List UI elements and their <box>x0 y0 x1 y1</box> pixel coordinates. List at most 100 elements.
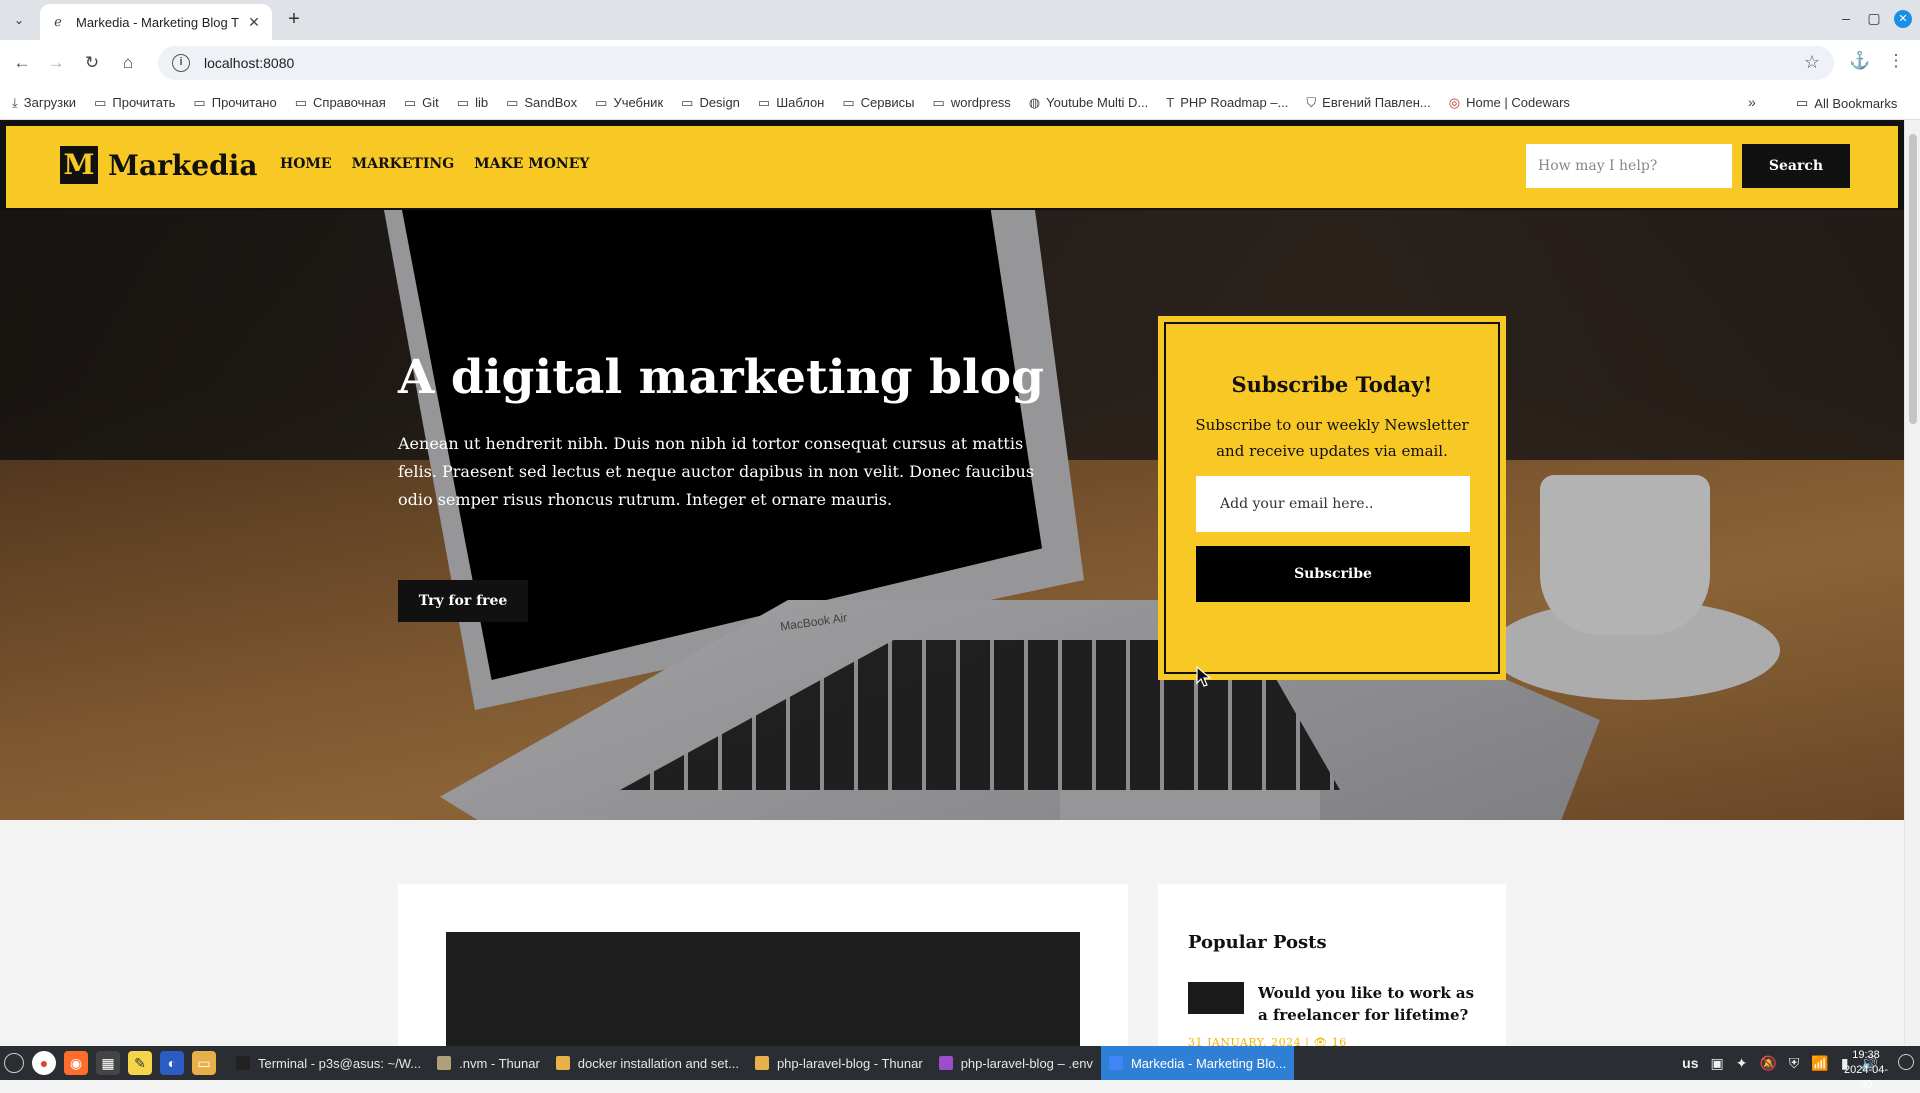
post-thumbnail[interactable] <box>1188 982 1244 1014</box>
taskbar-window-item[interactable]: Terminal - p3s@asus: ~/W... <box>228 1046 429 1080</box>
wifi-icon[interactable]: 📶 <box>1811 1055 1828 1072</box>
tab-search-icon[interactable]: ⌄ <box>8 9 30 31</box>
back-icon[interactable]: ← <box>10 51 34 75</box>
address-bar[interactable]: i localhost:8080 ☆ <box>158 46 1834 80</box>
globe-icon: ◍ <box>1028 94 1041 110</box>
popular-posts-widget: Popular Posts Would you like to work as … <box>1158 884 1506 1046</box>
bookmark-item[interactable]: ▭ Шаблон <box>758 95 824 111</box>
all-bookmarks-button[interactable]: ▭ All Bookmarks <box>1796 86 1897 120</box>
bookmark-item[interactable]: ⛉ Евгений Павлен... <box>1306 95 1430 111</box>
nav-make-money[interactable]: MAKE MONEY <box>474 156 589 172</box>
new-tab-button[interactable]: + <box>282 8 306 32</box>
site-search-input[interactable]: How may I help? <box>1526 144 1732 188</box>
minimize-icon[interactable]: – <box>1836 10 1856 26</box>
shield-tray-icon[interactable]: ⛨ <box>1789 1055 1800 1072</box>
bookmark-item[interactable]: ◎ Home | Codewars <box>1449 95 1570 111</box>
bookmark-item[interactable]: T PHP Roadmap –... <box>1166 95 1288 110</box>
subscribe-button[interactable]: Subscribe <box>1196 546 1470 602</box>
forward-icon[interactable]: → <box>44 51 68 75</box>
maximize-icon[interactable]: ▢ <box>1864 10 1884 27</box>
home-icon[interactable]: ⌂ <box>116 51 140 75</box>
subscribe-title: Subscribe Today! <box>1231 372 1433 397</box>
nav-home[interactable]: HOME <box>280 156 332 172</box>
taskbar-window-item[interactable]: php-laravel-blog - Thunar <box>747 1046 931 1080</box>
bookmark-item[interactable]: ▭ Справочная <box>295 95 386 111</box>
site-info-icon[interactable]: i <box>172 54 190 72</box>
window-title: docker installation and set... <box>577 1055 739 1071</box>
hero-text: Aenean ut hendrerit nibh. Duis non nibh … <box>398 434 1035 509</box>
window-title: php-laravel-blog – .env <box>960 1055 1093 1071</box>
bookmark-item[interactable]: ▭ Прочитать <box>94 95 175 111</box>
popular-post-title[interactable]: Would you like to work as a freelancer f… <box>1258 982 1478 1026</box>
taskbar-windows: Terminal - p3s@asus: ~/W... .nvm - Thunar… <box>228 1046 1295 1080</box>
nav-marketing[interactable]: MARKETING <box>352 156 455 172</box>
clock-time: 19:38 <box>1852 1049 1880 1061</box>
extension-anchor-icon[interactable]: ⚓ <box>1848 51 1872 71</box>
page-viewport: M Markedia HOME MARKETING MAKE MONEY How… <box>0 120 1920 1046</box>
window-app-icon <box>754 1056 769 1070</box>
show-desktop-icon[interactable] <box>1898 1054 1914 1070</box>
bookmark-item[interactable]: ▭ Сервисы <box>842 95 914 111</box>
files-launcher-icon[interactable]: ▭ <box>192 1051 216 1075</box>
tab-strip: ⌄ ℯ Markedia - Marketing Blog T ✕ + – ▢ … <box>0 0 1920 40</box>
folder-icon: ▭ <box>681 94 694 110</box>
tab-close-icon[interactable]: ✕ <box>246 14 262 31</box>
calculator-launcher-icon[interactable]: ▦ <box>96 1051 120 1075</box>
popular-post-meta: 31 JANUARY, 2024 | 👁 16 <box>1188 1036 1347 1046</box>
clipboard-icon[interactable]: ▣ <box>1711 1055 1724 1072</box>
bookmark-label: Учебник <box>613 95 664 110</box>
bookmark-item[interactable]: ▭ Design <box>681 95 740 111</box>
clock-date: 2024-04-30 <box>1843 1064 1889 1091</box>
try-for-free-button[interactable]: Try for free <box>398 580 528 622</box>
bookmark-item[interactable]: ⤓ Загрузки <box>12 95 76 111</box>
bookmark-item[interactable]: ▭ wordpress <box>933 95 1011 111</box>
chrome-launcher-icon[interactable]: ● <box>32 1051 56 1075</box>
taskbar-window-item[interactable]: Markedia - Marketing Blo... <box>1100 1046 1295 1080</box>
keyboard-layout[interactable]: us <box>1682 1055 1698 1071</box>
clock[interactable]: 19:38 2024-04-30 <box>1838 1048 1894 1093</box>
popular-posts-title: Popular Posts <box>1188 932 1327 953</box>
post-media[interactable] <box>446 932 1080 1046</box>
folder-icon: ▭ <box>193 94 206 110</box>
app-menu-icon[interactable] <box>4 1053 24 1073</box>
reload-icon[interactable]: ↻ <box>80 51 104 75</box>
close-window-icon[interactable]: ✕ <box>1894 10 1912 28</box>
folder-icon: ▭ <box>932 94 945 110</box>
site-search-button[interactable]: Search <box>1742 144 1850 188</box>
notes-launcher-icon[interactable]: ✎ <box>128 1051 152 1075</box>
shield-icon: ⛉ <box>1306 94 1317 110</box>
bookmarks-overflow-icon[interactable]: » <box>1748 94 1756 110</box>
bookmark-item[interactable]: ▭ lib <box>457 95 488 111</box>
taskbar-window-item[interactable]: .nvm - Thunar <box>429 1046 548 1080</box>
bookmark-label: Шаблон <box>776 95 825 110</box>
subscribe-box: Subscribe Today! Subscribe to our weekly… <box>1158 316 1506 680</box>
browser-tab[interactable]: ℯ Markedia - Marketing Blog T ✕ <box>40 4 272 40</box>
scrollbar-thumb[interactable] <box>1909 134 1917 424</box>
bookmark-item[interactable]: ◍ Youtube Multi D... <box>1029 95 1148 111</box>
bookmark-label: SandBox <box>524 95 578 110</box>
notifications-muted-icon[interactable]: 🔕 <box>1759 1055 1776 1072</box>
post-card <box>398 884 1128 1046</box>
taskbar-window-item[interactable]: php-laravel-blog – .env <box>931 1046 1101 1080</box>
bookmark-item[interactable]: ▭ Учебник <box>595 95 663 111</box>
bookmark-star-icon[interactable]: ☆ <box>1804 52 1820 73</box>
window-title: .nvm - Thunar <box>459 1055 540 1071</box>
hero-section: MacBook Air A digital marketing blog Aen… <box>0 210 1904 820</box>
email-field[interactable]: Add your email here.. <box>1196 476 1470 532</box>
vscode-launcher-icon[interactable]: ◐ <box>160 1051 184 1075</box>
taskbar-window-item[interactable]: docker installation and set... <box>548 1046 747 1080</box>
vpn-icon[interactable]: ✦ <box>1736 1055 1748 1072</box>
bookmark-item[interactable]: ▭ Git <box>404 95 439 111</box>
browser-menu-icon[interactable]: ⋮ <box>1884 51 1908 71</box>
bookmark-item[interactable]: ▭ Прочитано <box>193 95 276 111</box>
page-scrollbar[interactable] <box>1904 120 1920 1046</box>
download-icon: ⤓ <box>12 94 18 110</box>
firefox-launcher-icon[interactable]: ◉ <box>64 1051 88 1075</box>
url-text: localhost:8080 <box>204 55 295 71</box>
folder-icon: ▭ <box>456 94 470 110</box>
window-title: Terminal - p3s@asus: ~/W... <box>258 1055 422 1071</box>
bookmark-item[interactable]: ▭ SandBox <box>506 95 577 111</box>
browser-toolbar: ← → ↻ ⌂ i localhost:8080 ☆ ⚓ ⋮ <box>0 40 1920 86</box>
logo-mark: M <box>60 146 98 184</box>
site-logo[interactable]: M Markedia <box>60 146 257 184</box>
